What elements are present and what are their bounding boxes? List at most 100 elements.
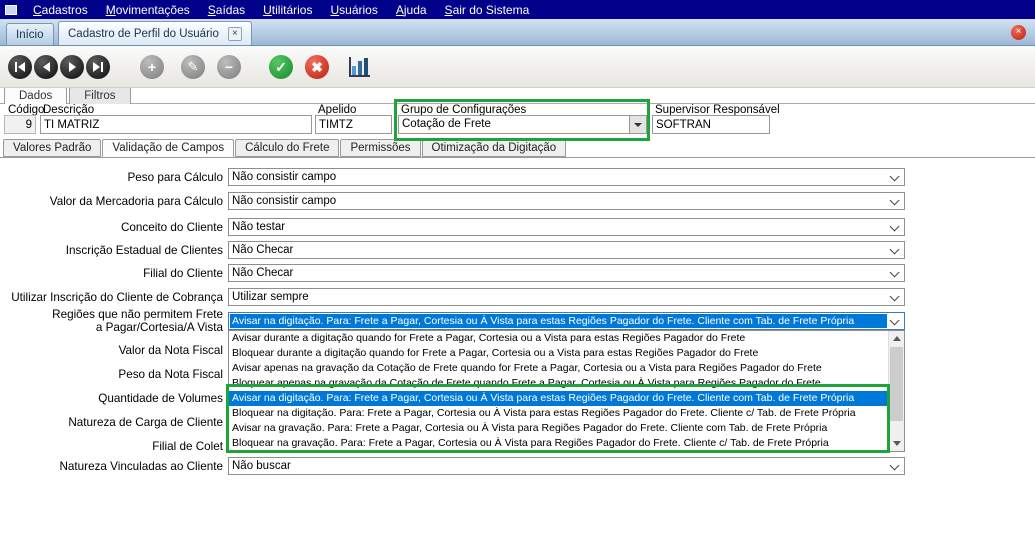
regioes-label-line1: Regiões que não permitem Frete <box>0 308 225 321</box>
menu-item-utilitarios[interactable]: Utilitários <box>254 1 321 19</box>
peso-para-calculo-label: Peso para Cálculo <box>0 171 225 184</box>
annotation-grupo-configuracoes <box>394 99 650 141</box>
valor-mercadoria-combobox[interactable]: Não consistir campo <box>228 192 905 210</box>
conceito-cliente-combobox[interactable]: Não testar <box>228 218 905 236</box>
add-button[interactable]: + <box>140 55 164 79</box>
tab-valores-padrao[interactable]: Valores Padrão <box>3 139 101 157</box>
dropdown-option-1[interactable]: Avisar durante a digitação quando for Fr… <box>229 331 888 346</box>
valor-nota-fiscal-label: Valor da Nota Fiscal <box>0 344 225 357</box>
tab-permissoes[interactable]: Permissões <box>340 139 420 157</box>
nav-first-button[interactable] <box>8 55 32 79</box>
first-icon <box>15 62 17 72</box>
supervisor-field[interactable] <box>652 115 770 134</box>
window-close-icon[interactable]: × <box>1011 25 1026 40</box>
chevron-down-icon <box>890 222 900 232</box>
plus-icon: + <box>148 60 156 74</box>
peso-nota-fiscal-label: Peso da Nota Fiscal <box>0 368 225 381</box>
tab-validacao-de-campos[interactable]: Validação de Campos <box>102 139 234 157</box>
annotation-dropdown-options <box>226 384 890 453</box>
filial-coleta-label: Filial de Colet <box>0 440 225 453</box>
menu-item-saidas[interactable]: Saídas <box>199 1 254 19</box>
dropdown-option-2[interactable]: Bloquear durante a digitação quando for … <box>229 346 888 361</box>
document-tab-bar: Início Cadastro de Perfil do Usuário × × <box>0 19 1035 46</box>
chevron-down-icon <box>890 292 900 302</box>
check-icon: ✓ <box>275 60 287 74</box>
toolbar: + ✎ − ✓ ✖ <box>0 46 1035 88</box>
minus-icon: − <box>225 60 233 74</box>
natureza-vinculadas-label: Natureza Vinculadas ao Cliente <box>0 460 225 473</box>
chevron-down-icon <box>890 316 900 326</box>
edit-button[interactable]: ✎ <box>181 55 205 79</box>
first-arrow-icon <box>18 62 25 72</box>
cross-icon: ✖ <box>311 60 323 74</box>
next-icon <box>69 62 76 72</box>
confirm-button[interactable]: ✓ <box>269 55 293 79</box>
tab-inicio-label: Início <box>16 29 44 41</box>
section-tabs: Valores Padrão Validação de Campos Cálcu… <box>3 139 567 157</box>
app-icon <box>5 5 17 15</box>
subtab-filtros[interactable]: Filtros <box>69 87 130 104</box>
chevron-down-icon <box>890 245 900 255</box>
natureza-vinculadas-value: Não buscar <box>232 460 886 472</box>
menu-item-movimentacoes[interactable]: Movimentações <box>97 1 199 19</box>
previous-icon <box>43 62 50 72</box>
regioes-combobox[interactable]: Avisar na digitação. Para: Frete a Pagar… <box>228 312 905 330</box>
quantidade-volumes-label: Quantidade de Volumes <box>0 392 225 405</box>
conceito-cliente-label: Conceito do Cliente <box>0 221 225 234</box>
chevron-down-icon <box>890 172 900 182</box>
inscricao-estadual-combobox[interactable]: Não Checar <box>228 241 905 259</box>
utilizar-inscricao-cobranca-combobox[interactable]: Utilizar sempre <box>228 288 905 306</box>
menu-item-usuarios[interactable]: Usuários <box>321 1 386 19</box>
peso-para-calculo-value: Não consistir campo <box>232 171 886 183</box>
tab-calculo-do-frete[interactable]: Cálculo do Frete <box>235 139 339 157</box>
filial-cliente-value: Não Checar <box>232 267 886 279</box>
last-icon <box>101 62 103 72</box>
subtab-dados[interactable]: Dados <box>4 87 67 104</box>
scroll-down-icon[interactable] <box>889 436 904 451</box>
section-tabs-divider <box>0 157 1035 158</box>
tab-cadastro-perfil-label: Cadastro de Perfil do Usuário <box>68 28 219 40</box>
data-subtabs: Dados Filtros <box>4 87 133 104</box>
pencil-icon: ✎ <box>188 60 199 74</box>
filial-cliente-label: Filial do Cliente <box>0 267 225 280</box>
tab-inicio[interactable]: Início <box>6 23 54 45</box>
chevron-down-icon <box>890 268 900 278</box>
delete-button[interactable]: − <box>217 55 241 79</box>
descricao-field[interactable] <box>40 115 312 134</box>
regioes-label-line2: a Pagar/Cortesia/A Vista <box>0 321 225 334</box>
valor-mercadoria-value: Não consistir campo <box>232 195 886 207</box>
codigo-field[interactable] <box>4 115 36 134</box>
cancel-button[interactable]: ✖ <box>305 55 329 79</box>
menu-bar: Cadastros Movimentações Saídas Utilitári… <box>0 0 1035 19</box>
nav-previous-button[interactable] <box>34 55 58 79</box>
tab-otimizacao-da-digitacao[interactable]: Otimização da Digitação <box>422 139 567 157</box>
conceito-cliente-value: Não testar <box>232 221 886 233</box>
chart-button[interactable] <box>348 56 372 78</box>
dropdown-option-3[interactable]: Avisar apenas na gravação da Cotação de … <box>229 361 888 376</box>
scroll-up-icon[interactable] <box>889 331 904 346</box>
inscricao-estadual-value: Não Checar <box>232 244 886 256</box>
utilizar-inscricao-cobranca-value: Utilizar sempre <box>232 291 886 303</box>
nav-next-button[interactable] <box>60 55 84 79</box>
scroll-thumb[interactable] <box>890 347 903 421</box>
apelido-field[interactable] <box>315 115 392 134</box>
natureza-vinculadas-combobox[interactable]: Não buscar <box>228 457 905 475</box>
inscricao-estadual-label: Inscrição Estadual de Clientes <box>0 244 225 257</box>
utilizar-inscricao-cobranca-label: Utilizar Inscrição do Cliente de Cobranç… <box>0 291 225 304</box>
nav-last-button[interactable] <box>86 55 110 79</box>
tab-cadastro-perfil-usuario[interactable]: Cadastro de Perfil do Usuário × <box>58 21 252 45</box>
regioes-value: Avisar na digitação. Para: Frete a Pagar… <box>230 314 887 328</box>
menu-item-sair-do-sistema[interactable]: Sair do Sistema <box>436 1 539 19</box>
chevron-down-icon <box>890 461 900 471</box>
peso-para-calculo-combobox[interactable]: Não consistir campo <box>228 168 905 186</box>
filial-cliente-combobox[interactable]: Não Checar <box>228 264 905 282</box>
menu-item-cadastros[interactable]: Cadastros <box>24 1 97 19</box>
valor-mercadoria-label: Valor da Mercadoria para Cálculo <box>0 195 225 208</box>
tab-close-icon[interactable]: × <box>228 27 242 41</box>
last-arrow-icon <box>93 62 100 72</box>
dropdown-scrollbar[interactable] <box>888 331 904 451</box>
bar-chart-icon <box>352 66 356 75</box>
menu-item-ajuda[interactable]: Ajuda <box>387 1 436 19</box>
chevron-down-icon <box>890 196 900 206</box>
natureza-carga-cliente-label: Natureza de Carga de Cliente <box>0 416 225 429</box>
